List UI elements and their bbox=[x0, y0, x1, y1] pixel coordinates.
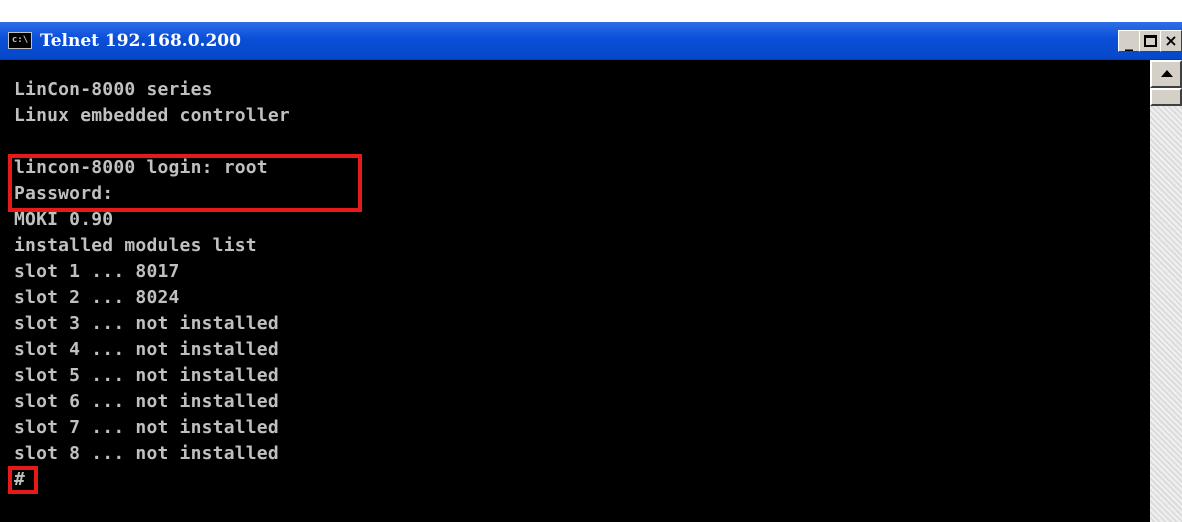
terminal-output[interactable]: LinCon-8000 series Linux embedded contro… bbox=[0, 60, 1150, 522]
scroll-up-arrow-icon bbox=[1161, 70, 1173, 77]
terminal-line: MOKI 0.90 bbox=[14, 209, 114, 230]
terminal-line: slot 7 ... not installed bbox=[14, 417, 279, 438]
maximize-icon bbox=[1144, 35, 1157, 47]
close-icon: × bbox=[1164, 31, 1178, 50]
terminal-line: installed modules list bbox=[14, 235, 257, 256]
title-bar[interactable]: c:\ Telnet 192.168.0.200 _ × bbox=[0, 22, 1182, 60]
prompt-highlight-box bbox=[8, 466, 38, 494]
terminal-line: slot 1 ... 8017 bbox=[14, 261, 180, 282]
window-title: Telnet 192.168.0.200 bbox=[40, 31, 241, 51]
scroll-thumb[interactable] bbox=[1150, 88, 1182, 106]
minimize-icon: _ bbox=[1125, 32, 1133, 51]
terminal-line: slot 4 ... not installed bbox=[14, 339, 279, 360]
login-highlight-box bbox=[8, 154, 362, 212]
vertical-scrollbar[interactable] bbox=[1150, 60, 1182, 522]
terminal-line: slot 6 ... not installed bbox=[14, 391, 279, 412]
terminal-line: slot 2 ... 8024 bbox=[14, 287, 180, 308]
terminal-line: slot 5 ... not installed bbox=[14, 365, 279, 386]
close-button[interactable]: × bbox=[1160, 30, 1182, 52]
minimize-button[interactable]: _ bbox=[1118, 30, 1140, 52]
telnet-window: c:\ Telnet 192.168.0.200 _ × LinCon-8000… bbox=[0, 22, 1182, 522]
terminal-line: Linux embedded controller bbox=[14, 105, 290, 126]
maximize-button[interactable] bbox=[1139, 30, 1161, 52]
terminal-line: slot 8 ... not installed bbox=[14, 443, 279, 464]
terminal-line: slot 3 ... not installed bbox=[14, 313, 279, 334]
scroll-up-button[interactable] bbox=[1150, 60, 1182, 88]
terminal-line: LinCon-8000 series bbox=[14, 79, 213, 100]
console-icon[interactable]: c:\ bbox=[8, 32, 32, 49]
